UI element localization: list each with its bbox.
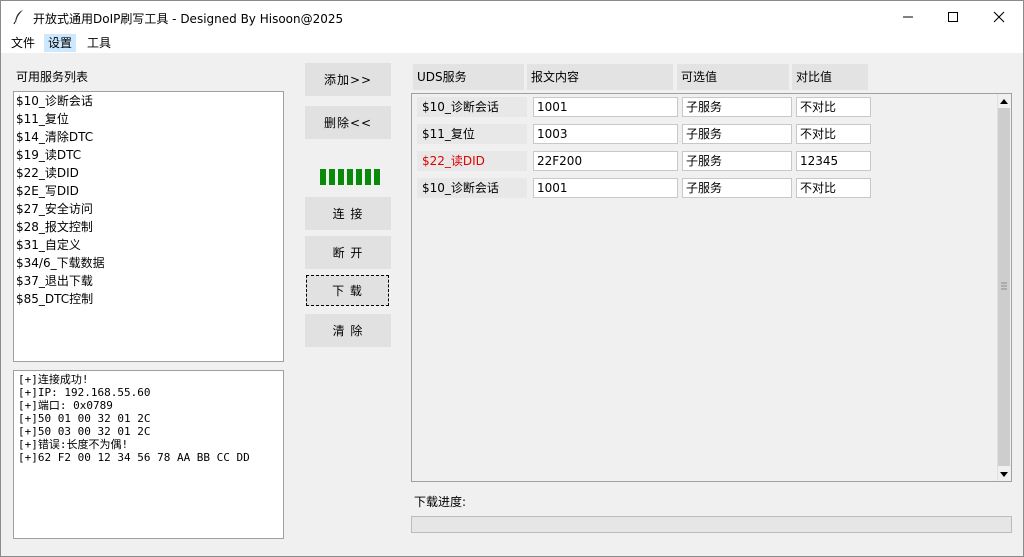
service-item[interactable]: $37_退出下载 [16, 272, 93, 290]
row-service-label: $11_复位 [417, 124, 527, 144]
indicator-segment [338, 169, 344, 185]
indicator-segment [347, 169, 353, 185]
triangle-down-icon [1000, 471, 1008, 477]
service-item[interactable]: $85_DTC控制 [16, 290, 93, 308]
title-bar: 开放式通用DoIP刷写工具 - Designed By Hisoon@2025 [1, 1, 1023, 33]
download-progress-label: 下载进度: [414, 495, 467, 509]
service-listbox[interactable]: $10_诊断会话 $11_复位 $14_清除DTC $19_读DTC $22_读… [13, 91, 284, 362]
connect-button[interactable]: 连 接 [305, 197, 391, 230]
header-compare-value: 对比值 [792, 64, 868, 90]
clear-button[interactable]: 清 除 [305, 314, 391, 347]
service-item[interactable]: $10_诊断会话 [16, 92, 93, 110]
service-item[interactable]: $11_复位 [16, 110, 69, 128]
service-item[interactable]: $14_清除DTC [16, 128, 93, 146]
log-line: [+]IP: 192.168.55.60 [18, 386, 151, 399]
content-field[interactable]: 22F200 [533, 151, 678, 171]
close-button[interactable] [976, 1, 1022, 33]
service-item[interactable]: $28_报文控制 [16, 218, 93, 236]
row-service-label: $22_读DID [417, 151, 527, 171]
download-progress-bar [411, 516, 1012, 533]
maximize-icon [948, 12, 958, 22]
content-field[interactable]: 1001 [533, 178, 678, 198]
option-field[interactable]: 子服务 [682, 151, 792, 171]
indicator-segment [374, 169, 380, 185]
scroll-up-button[interactable] [998, 95, 1010, 107]
service-item[interactable]: $22_读DID [16, 164, 79, 182]
service-item[interactable]: $31_自定义 [16, 236, 81, 254]
compare-field[interactable]: 不对比 [796, 97, 871, 117]
compare-field[interactable]: 12345 [796, 151, 871, 171]
log-output[interactable]: [+]连接成功! [+]IP: 192.168.55.60 [+]端口: 0x0… [13, 370, 284, 539]
content-field[interactable]: 1001 [533, 97, 678, 117]
menu-bar: 文件 设置 工具 [1, 33, 1023, 53]
grip-icon [1001, 282, 1007, 290]
log-line: [+]50 01 00 32 01 2C [18, 412, 151, 425]
download-button[interactable]: 下 载 [306, 275, 389, 306]
log-line: [+]错误:长度不为偶! [18, 438, 129, 451]
row-service-label: $10_诊断会话 [417, 97, 527, 117]
log-line: [+]端口: 0x0789 [18, 399, 113, 412]
option-field[interactable]: 子服务 [682, 124, 792, 144]
header-message-content: 报文内容 [527, 64, 673, 90]
service-list-title: 可用服务列表 [16, 70, 89, 84]
service-item[interactable]: $19_读DTC [16, 146, 81, 164]
feather-icon [12, 9, 26, 25]
compare-field[interactable]: 不对比 [796, 124, 871, 144]
maximize-button[interactable] [930, 1, 976, 33]
service-item[interactable]: $2E_写DID [16, 182, 79, 200]
add-button[interactable]: 添加>> [305, 63, 391, 96]
content-field[interactable]: 1003 [533, 124, 678, 144]
triangle-up-icon [1000, 98, 1008, 104]
row-service-label: $10_诊断会话 [417, 178, 527, 198]
log-line: [+]62 F2 00 12 34 56 78 AA BB CC DD [18, 451, 250, 464]
service-item[interactable]: $27_安全访问 [16, 200, 93, 218]
remove-button[interactable]: 删除<< [305, 106, 391, 139]
window-title: 开放式通用DoIP刷写工具 - Designed By Hisoon@2025 [33, 12, 344, 26]
compare-field[interactable]: 不对比 [796, 178, 871, 198]
indicator-segment [329, 169, 335, 185]
log-line: [+]连接成功! [18, 373, 89, 386]
header-option-value: 可选值 [677, 64, 789, 90]
log-line: [+]50 03 00 32 01 2C [18, 425, 151, 438]
scroll-down-button[interactable] [998, 468, 1010, 480]
scrollbar-thumb[interactable] [998, 108, 1010, 466]
menu-settings[interactable]: 设置 [44, 34, 77, 52]
option-field[interactable]: 子服务 [682, 97, 792, 117]
menu-tools[interactable]: 工具 [83, 34, 115, 52]
menu-file[interactable]: 文件 [7, 34, 39, 52]
indicator-segment [356, 169, 362, 185]
disconnect-button[interactable]: 断 开 [305, 236, 391, 269]
indicator-segment [365, 169, 371, 185]
service-item[interactable]: $34/6_下载数据 [16, 254, 105, 272]
minimize-icon [903, 16, 913, 18]
minimize-button[interactable] [885, 1, 931, 33]
header-uds-service: UDS服务 [413, 64, 524, 90]
close-icon [993, 11, 1005, 23]
app-window: 开放式通用DoIP刷写工具 - Designed By Hisoon@2025 … [0, 0, 1024, 557]
option-field[interactable]: 子服务 [682, 178, 792, 198]
indicator-segment [320, 169, 326, 185]
